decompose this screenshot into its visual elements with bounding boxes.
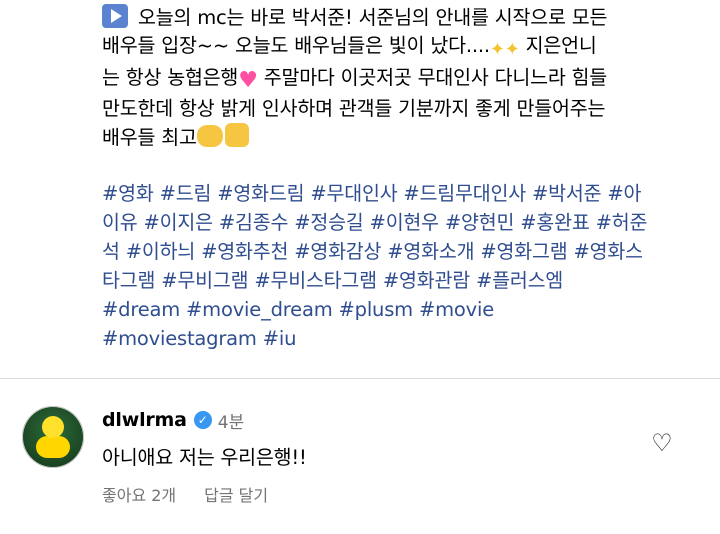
comment-time: 4분 bbox=[217, 412, 245, 433]
play-button-icon bbox=[102, 4, 128, 28]
reply-link[interactable]: 답글 달기 bbox=[204, 482, 268, 506]
comment-header: dlwlrma ✓ 4분 bbox=[102, 407, 244, 433]
avatar-bird-head bbox=[42, 416, 64, 438]
thumbs-up-icon bbox=[224, 123, 249, 147]
likes-count-link[interactable]: 좋아요 2개 bbox=[102, 482, 176, 506]
avatar-bird-body bbox=[36, 436, 70, 458]
comment-username[interactable]: dlwlrma bbox=[102, 409, 187, 431]
post-hashtags[interactable]: #영화 #드림 #영화드림 #무대인사 #드림무대인사 #박서준 #아 이유 #… bbox=[102, 179, 702, 353]
sparkles-icon: ✦✦ bbox=[489, 39, 520, 60]
post-caption: 오늘의 mc는 바로 박서준! 서준님의 안내를 시작으로 모든 배우들 입장~… bbox=[102, 4, 692, 152]
heart-emoji-icon: ♥ bbox=[238, 68, 258, 93]
clapping-hands-icon bbox=[196, 125, 223, 147]
avatar[interactable] bbox=[22, 406, 84, 468]
heart-outline-icon[interactable]: ♡ bbox=[650, 431, 674, 455]
section-divider bbox=[0, 378, 720, 379]
post-caption-block: 오늘의 mc는 바로 박서준! 서준님의 안내를 시작으로 모든 배우들 입장~… bbox=[102, 4, 692, 152]
comment-text: 아니애요 저는 우리은행!! bbox=[102, 446, 307, 469]
verified-badge-icon: ✓ bbox=[193, 411, 212, 429]
comment-actions: 좋아요 2개 답글 달기 bbox=[102, 482, 268, 506]
